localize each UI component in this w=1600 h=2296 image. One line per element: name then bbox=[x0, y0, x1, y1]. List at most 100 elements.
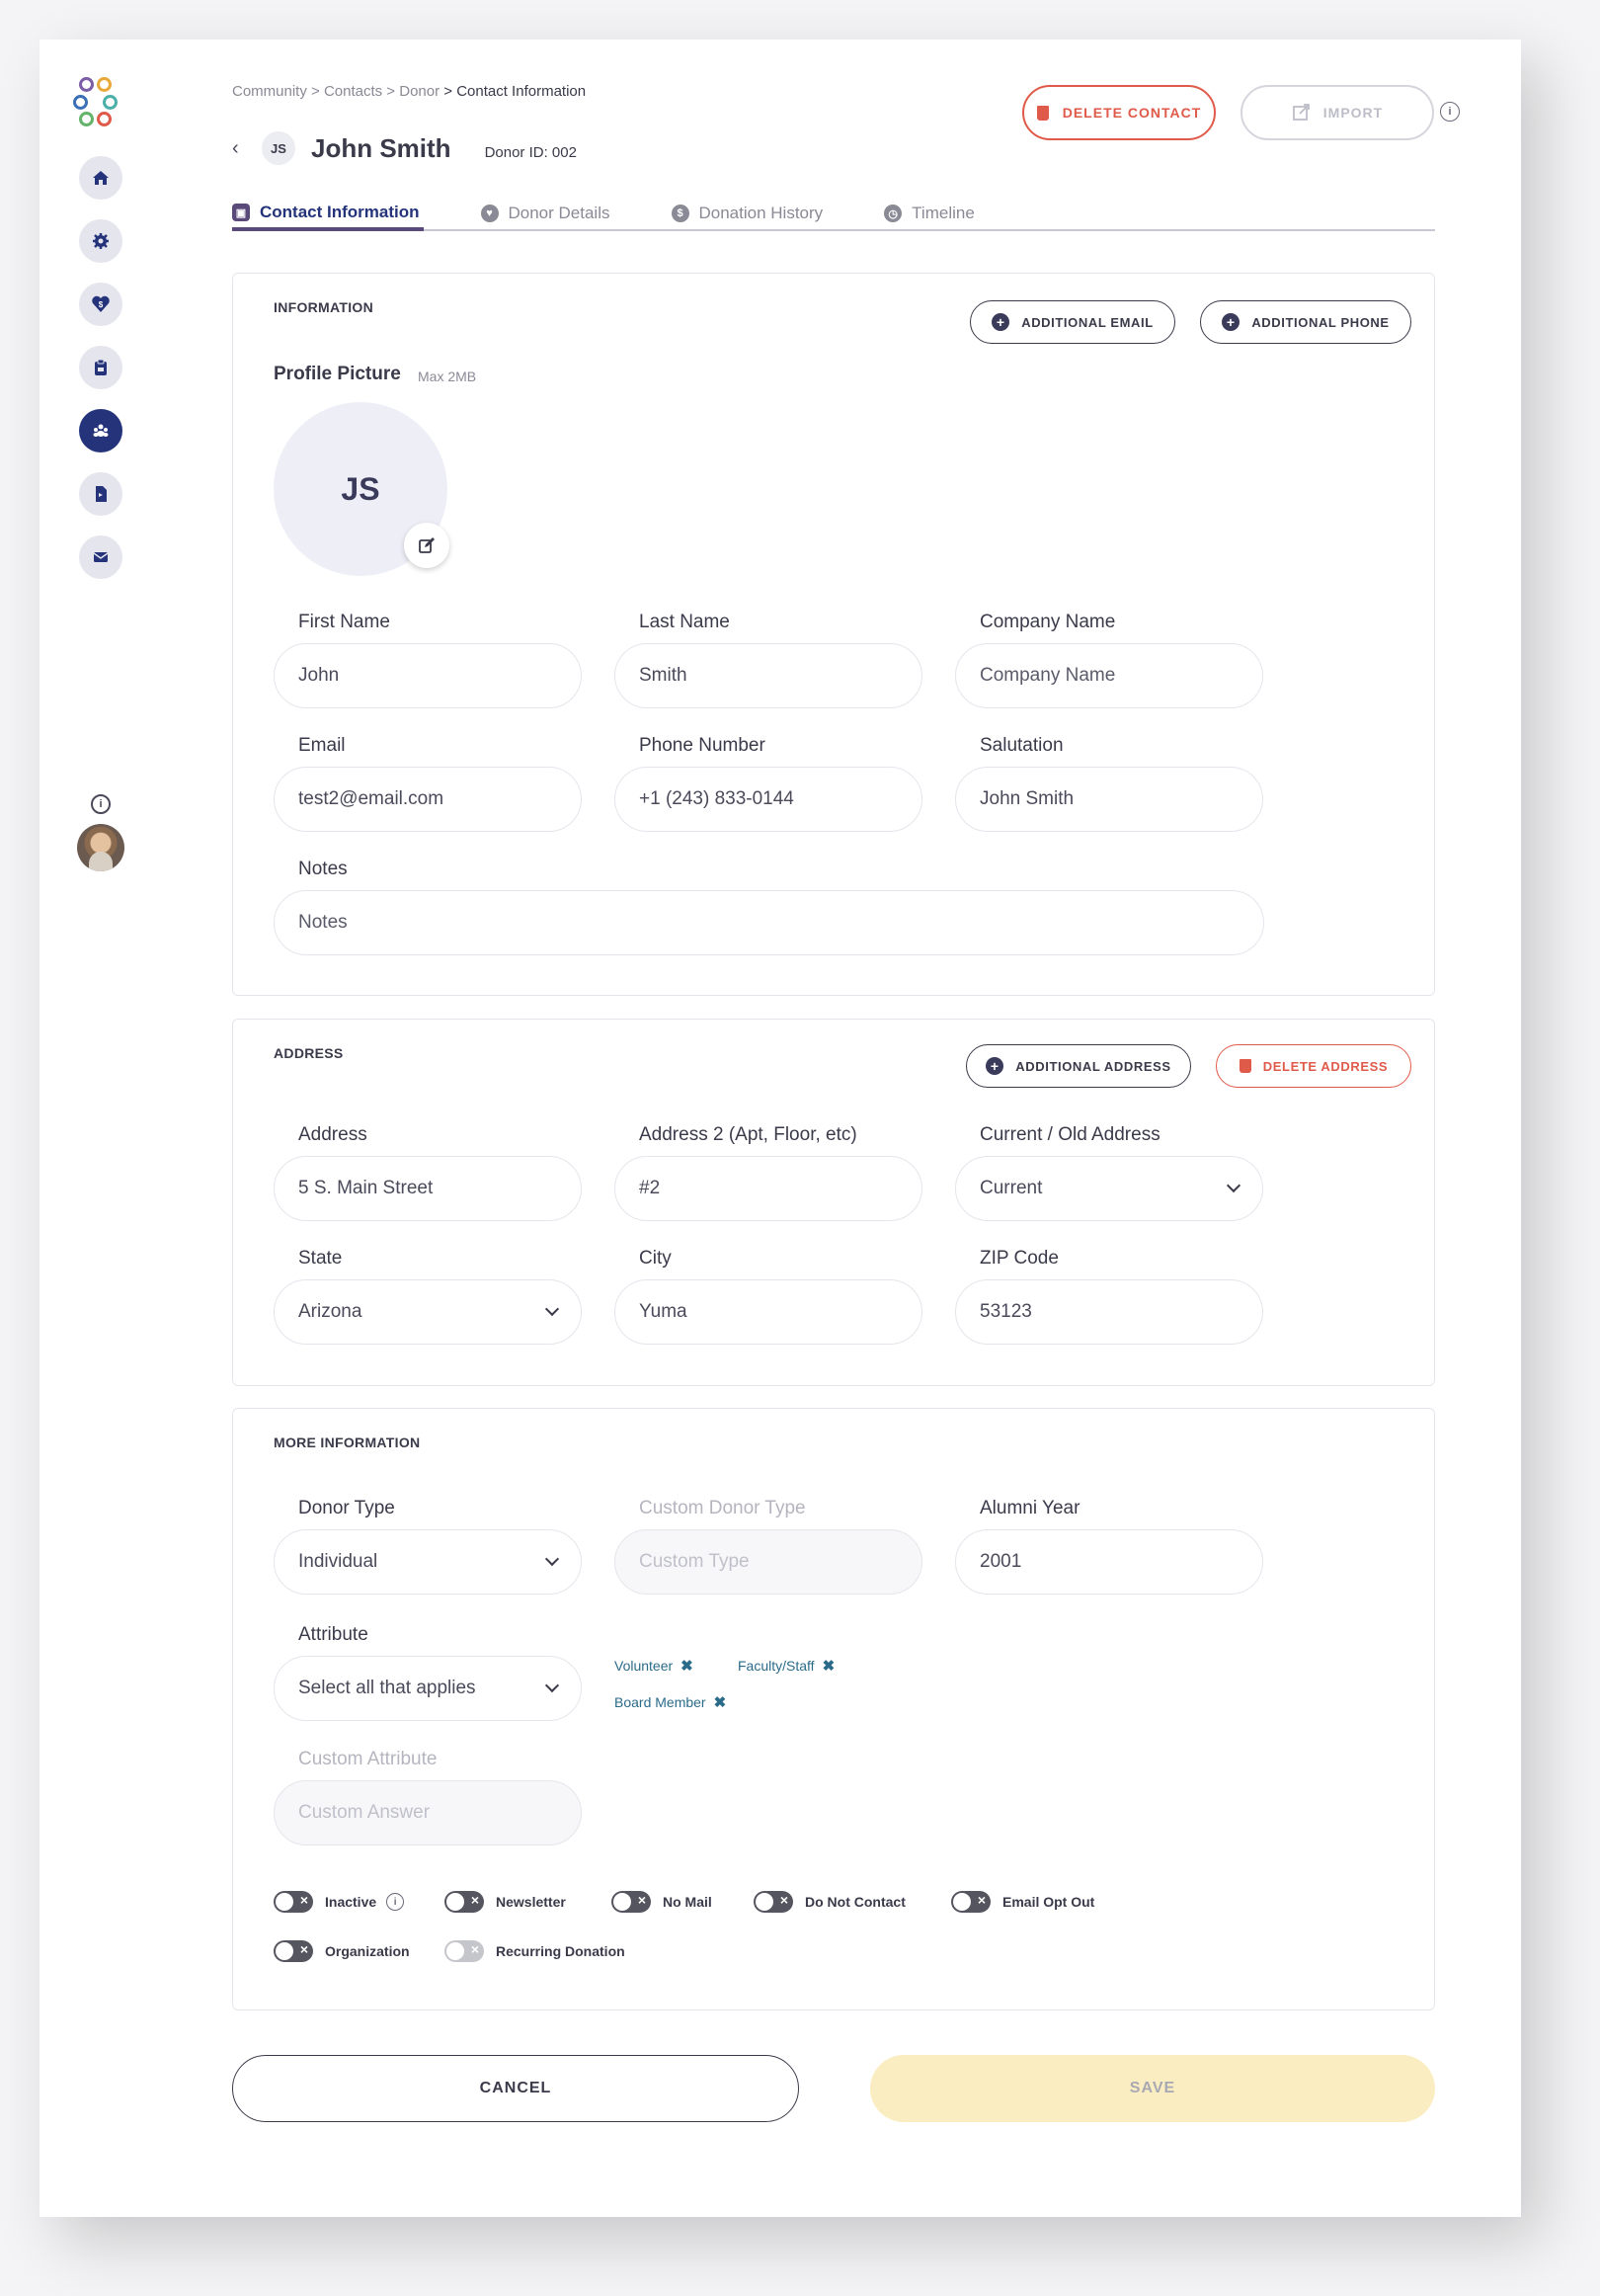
donation-icon: $ bbox=[92, 295, 110, 312]
toggle-switch[interactable] bbox=[444, 1891, 484, 1913]
chevron-down-icon bbox=[1226, 1178, 1241, 1193]
import-button[interactable]: IMPORT bbox=[1240, 85, 1434, 140]
tab-label: Timeline bbox=[912, 204, 975, 222]
sidebar-item-tasks[interactable] bbox=[79, 346, 122, 389]
email-opt-out-toggle[interactable]: Email Opt Out bbox=[951, 1891, 1094, 1913]
delete-address-button[interactable]: DELETE ADDRESS bbox=[1216, 1044, 1411, 1088]
tab-donor-details[interactable]: ♥ Donor Details bbox=[480, 198, 614, 229]
attribute-chip: Volunteer ✖ bbox=[614, 1657, 693, 1675]
remove-chip-icon[interactable]: ✖ bbox=[823, 1657, 836, 1675]
phone-label: Phone Number bbox=[639, 735, 765, 756]
donor-id: Donor ID: 002 bbox=[484, 143, 577, 161]
app-logo[interactable] bbox=[73, 75, 128, 130]
sidebar-item-settings[interactable] bbox=[79, 219, 122, 263]
contact-card-icon: ▣ bbox=[232, 204, 250, 221]
import-label: IMPORT bbox=[1322, 105, 1384, 121]
state-select[interactable]: Arizona bbox=[274, 1279, 582, 1345]
more-information-section: MORE INFORMATION Donor Type Individual C… bbox=[232, 1408, 1435, 2010]
additional-phone-button[interactable]: + ADDITIONAL PHONE bbox=[1200, 300, 1411, 344]
salutation-field[interactable]: John Smith bbox=[955, 767, 1263, 832]
toggle-label: Do Not Contact bbox=[805, 1894, 906, 1910]
city-field[interactable]: Yuma bbox=[614, 1279, 922, 1345]
notes-placeholder: Notes bbox=[298, 912, 348, 933]
first-name-field[interactable]: John bbox=[274, 643, 582, 708]
chevron-left-icon[interactable]: ‹ bbox=[232, 137, 250, 160]
plus-icon: + bbox=[986, 1057, 1004, 1075]
last-name-field[interactable]: Smith bbox=[614, 643, 922, 708]
tab-contact-information[interactable]: ▣ Contact Information bbox=[232, 198, 424, 231]
help-info-icon[interactable]: i bbox=[91, 794, 111, 814]
inactive-toggle[interactable]: Inactive i bbox=[274, 1891, 405, 1913]
toggle-switch[interactable] bbox=[611, 1891, 651, 1913]
no-mail-toggle[interactable]: No Mail bbox=[611, 1891, 712, 1913]
toggle-switch[interactable] bbox=[444, 1940, 484, 1962]
breadcrumb-path[interactable]: Community > Contacts > Donor bbox=[232, 83, 440, 100]
section-title: INFORMATION bbox=[274, 299, 374, 315]
heart-icon: ♥ bbox=[480, 205, 499, 222]
email-label: Email bbox=[298, 735, 346, 756]
phone-value: +1 (243) 833-0144 bbox=[639, 788, 794, 809]
email-field[interactable]: test2@email.com bbox=[274, 767, 582, 832]
chevron-down-icon bbox=[544, 1678, 560, 1693]
custom-attribute-field[interactable]: Custom Answer bbox=[274, 1780, 582, 1845]
import-info-icon[interactable]: i bbox=[1440, 102, 1460, 122]
tab-donation-history[interactable]: $ Donation History bbox=[671, 198, 828, 229]
donor-type-select[interactable]: Individual bbox=[274, 1529, 582, 1595]
info-icon[interactable]: i bbox=[386, 1893, 405, 1911]
last-name-label: Last Name bbox=[639, 612, 730, 632]
current-old-select[interactable]: Current bbox=[955, 1156, 1263, 1221]
sidebar-item-reports[interactable] bbox=[79, 472, 122, 516]
email-value: test2@email.com bbox=[298, 788, 444, 809]
tab-timeline[interactable]: ◷ Timeline bbox=[884, 198, 979, 229]
donation-heart-icon: $ bbox=[671, 205, 689, 222]
toggle-switch[interactable] bbox=[274, 1940, 313, 1962]
salutation-value: John Smith bbox=[980, 788, 1075, 809]
attribute-select[interactable]: Select all that applies bbox=[274, 1656, 582, 1721]
cancel-button[interactable]: CANCEL bbox=[232, 2055, 799, 2122]
additional-address-button[interactable]: + ADDITIONAL ADDRESS bbox=[966, 1044, 1191, 1088]
breadcrumb: Community > Contacts > Donor > Contact I… bbox=[232, 83, 586, 100]
edit-picture-button[interactable] bbox=[404, 523, 449, 568]
delete-address-label: DELETE ADDRESS bbox=[1262, 1058, 1389, 1074]
sidebar-item-messages[interactable] bbox=[79, 535, 122, 579]
sidebar-item-home[interactable] bbox=[79, 156, 122, 200]
newsletter-toggle[interactable]: Newsletter bbox=[444, 1891, 566, 1913]
mail-icon bbox=[93, 552, 109, 562]
phone-field[interactable]: +1 (243) 833-0144 bbox=[614, 767, 922, 832]
address2-field[interactable]: #2 bbox=[614, 1156, 922, 1221]
donor-type-value: Individual bbox=[298, 1551, 378, 1572]
address-field[interactable]: 5 S. Main Street bbox=[274, 1156, 582, 1221]
home-icon bbox=[93, 171, 109, 185]
tab-label: Donor Details bbox=[508, 204, 610, 222]
custom-donor-type-field[interactable]: Custom Type bbox=[614, 1529, 922, 1595]
toggle-switch[interactable] bbox=[754, 1891, 793, 1913]
community-icon bbox=[93, 424, 109, 437]
notes-field[interactable]: Notes bbox=[274, 890, 1264, 955]
recurring-donation-toggle[interactable]: Recurring Donation bbox=[444, 1940, 625, 1962]
settings-icon bbox=[93, 233, 109, 249]
alumni-year-field[interactable]: 2001 bbox=[955, 1529, 1263, 1595]
toggle-switch[interactable] bbox=[274, 1891, 313, 1913]
sidebar-item-community[interactable] bbox=[79, 409, 122, 452]
organization-toggle[interactable]: Organization bbox=[274, 1940, 410, 1962]
address-section: ADDRESS + ADDITIONAL ADDRESS DELETE ADDR… bbox=[232, 1019, 1435, 1386]
zip-field[interactable]: 53123 bbox=[955, 1279, 1263, 1345]
toggle-label: Email Opt Out bbox=[1002, 1894, 1095, 1910]
custom-donor-type-label: Custom Donor Type bbox=[639, 1498, 806, 1518]
tab-label: Donation History bbox=[698, 204, 824, 222]
toggle-label: Newsletter bbox=[496, 1894, 566, 1910]
toggle-switch[interactable] bbox=[951, 1891, 991, 1913]
profile-picture-note: Max 2MB bbox=[418, 369, 477, 384]
do-not-contact-toggle[interactable]: Do Not Contact bbox=[754, 1891, 906, 1913]
remove-chip-icon[interactable]: ✖ bbox=[714, 1693, 727, 1711]
city-label: City bbox=[639, 1248, 672, 1269]
company-name-field[interactable]: Company Name bbox=[955, 643, 1263, 708]
sidebar-item-donations[interactable]: $ bbox=[79, 283, 122, 326]
additional-email-button[interactable]: + ADDITIONAL EMAIL bbox=[970, 300, 1175, 344]
user-avatar[interactable] bbox=[77, 824, 124, 871]
remove-chip-icon[interactable]: ✖ bbox=[680, 1657, 693, 1675]
breadcrumb-current: > Contact Information bbox=[443, 83, 587, 100]
company-name-placeholder: Company Name bbox=[980, 665, 1116, 686]
delete-contact-button[interactable]: DELETE CONTACT bbox=[1022, 85, 1216, 140]
save-button[interactable]: SAVE bbox=[870, 2055, 1435, 2122]
